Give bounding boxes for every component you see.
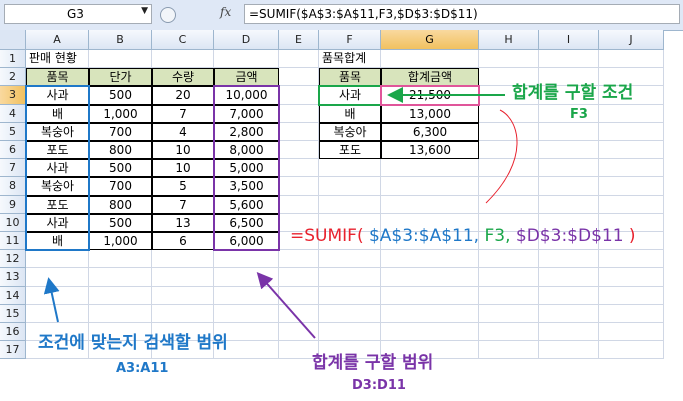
table-cell[interactable]: 1,000	[89, 104, 152, 123]
column-header-c[interactable]: C	[152, 30, 214, 50]
search-range-ref: A3:A11	[116, 361, 169, 376]
table-cell[interactable]: 800	[89, 195, 152, 214]
summary-header-cell[interactable]: 품목	[319, 68, 381, 87]
row-header-8[interactable]: 8	[0, 177, 26, 196]
table-cell[interactable]: 700	[89, 122, 152, 141]
summary-cell[interactable]: 복숭아	[319, 122, 381, 141]
condition-cell-highlight	[318, 85, 382, 106]
gridline	[26, 303, 664, 305]
condition-ref: F3	[570, 107, 588, 122]
summary-cell[interactable]: 포도	[319, 141, 381, 160]
gridline	[26, 267, 664, 269]
row-header-11[interactable]: 11	[0, 232, 26, 251]
column-header-i[interactable]: I	[539, 30, 599, 50]
sum-range-title: 합계를 구할 범위	[312, 353, 434, 373]
column-header-e[interactable]: E	[279, 30, 319, 50]
table-cell[interactable]: 10	[152, 159, 214, 178]
name-box[interactable]: G3 ▼	[4, 4, 152, 24]
table-cell[interactable]: 7	[152, 195, 214, 214]
table-cell[interactable]: 500	[89, 86, 152, 105]
table-header-cell[interactable]: 단가	[89, 68, 152, 87]
table-cell[interactable]: 1,000	[89, 232, 152, 251]
column-header-h[interactable]: H	[479, 30, 539, 50]
table-cell[interactable]: 5	[152, 177, 214, 196]
insert-function-button[interactable]: fx	[186, 4, 231, 24]
row-header-13[interactable]: 13	[0, 268, 26, 287]
sheet-title[interactable]: 판매 현황	[26, 50, 152, 68]
column-header-f[interactable]: F	[319, 30, 381, 50]
table-header-cell[interactable]: 품목	[26, 68, 89, 87]
formula-input[interactable]: =SUMIF($A$3:$A$11,F3,$D$3:$D$11)	[244, 4, 680, 24]
row-header-10[interactable]: 10	[0, 213, 26, 232]
formula-part-criteria: F3,	[479, 226, 511, 246]
table-cell[interactable]: 20	[152, 86, 214, 105]
column-header-j[interactable]: J	[599, 30, 664, 50]
formula-part-func: =SUMIF(	[290, 226, 364, 246]
summary-title[interactable]: 품목합계	[319, 50, 479, 68]
table-cell[interactable]: 7	[152, 104, 214, 123]
row-header-14[interactable]: 14	[0, 286, 26, 305]
table-cell[interactable]: 800	[89, 141, 152, 160]
select-all-corner[interactable]	[0, 30, 26, 50]
summary-cell[interactable]: 13,000	[381, 104, 479, 123]
search-range-highlight	[25, 85, 90, 252]
row-header-16[interactable]: 16	[0, 323, 26, 342]
condition-title: 합계를 구할 조건	[512, 83, 634, 103]
formula-part-range: $A$3:$A$11,	[363, 226, 480, 246]
sum-range-ref: D3:D11	[352, 378, 406, 393]
table-cell[interactable]: 500	[89, 159, 152, 178]
row-header-17[interactable]: 17	[0, 341, 26, 360]
name-box-value: G3	[67, 7, 84, 21]
active-cell-highlight	[380, 85, 480, 106]
summary-cell[interactable]: 6,300	[381, 122, 479, 141]
table-cell[interactable]: 13	[152, 213, 214, 232]
row-header-5[interactable]: 5	[0, 122, 26, 141]
gridline	[26, 285, 664, 287]
sum-range-highlight	[213, 85, 280, 252]
row-header-4[interactable]: 4	[0, 104, 26, 123]
row-header-1[interactable]: 1	[0, 50, 26, 69]
fx-icon: fx	[220, 5, 232, 19]
row-header-3[interactable]: 3	[0, 86, 26, 105]
sumif-formula-annotation: =SUMIF( $A$3:$A$11, F3, $D$3:$D$11 )	[290, 226, 636, 246]
column-header-d[interactable]: D	[214, 30, 279, 50]
table-cell[interactable]: 700	[89, 177, 152, 196]
search-range-title: 조건에 맞는지 검색할 범위	[38, 333, 228, 353]
circle-handle-icon[interactable]	[160, 7, 176, 23]
formula-bar: G3 ▼ fx =SUMIF($A$3:$A$11,F3,$D$3:$D$11)	[0, 0, 683, 31]
chevron-down-icon[interactable]: ▼	[141, 6, 148, 16]
column-header-a[interactable]: A	[26, 30, 89, 50]
summary-cell[interactable]: 13,600	[381, 141, 479, 160]
table-cell[interactable]: 500	[89, 213, 152, 232]
formula-part-sum-range: $D$3:$D$11	[510, 226, 624, 246]
summary-cell[interactable]: 배	[319, 104, 381, 123]
table-cell[interactable]: 6	[152, 232, 214, 251]
gridline	[663, 50, 664, 360]
condition-curve	[485, 109, 518, 204]
table-cell[interactable]: 10	[152, 141, 214, 160]
row-header-9[interactable]: 9	[0, 195, 26, 214]
gridline	[26, 322, 664, 323]
table-cell[interactable]: 4	[152, 122, 214, 141]
row-header-6[interactable]: 6	[0, 141, 26, 160]
row-header-15[interactable]: 15	[0, 304, 26, 323]
formula-part-close: )	[623, 226, 636, 246]
table-header-cell[interactable]: 수량	[152, 68, 214, 87]
row-header-2[interactable]: 2	[0, 68, 26, 87]
summary-header-cell[interactable]: 합계금액	[381, 68, 479, 87]
row-header-7[interactable]: 7	[0, 159, 26, 178]
sum-range-arrow	[256, 272, 316, 339]
column-header-g[interactable]: G	[381, 30, 479, 50]
row-header-12[interactable]: 12	[0, 250, 26, 269]
column-header-b[interactable]: B	[89, 30, 152, 50]
table-header-cell[interactable]: 금액	[214, 68, 279, 87]
